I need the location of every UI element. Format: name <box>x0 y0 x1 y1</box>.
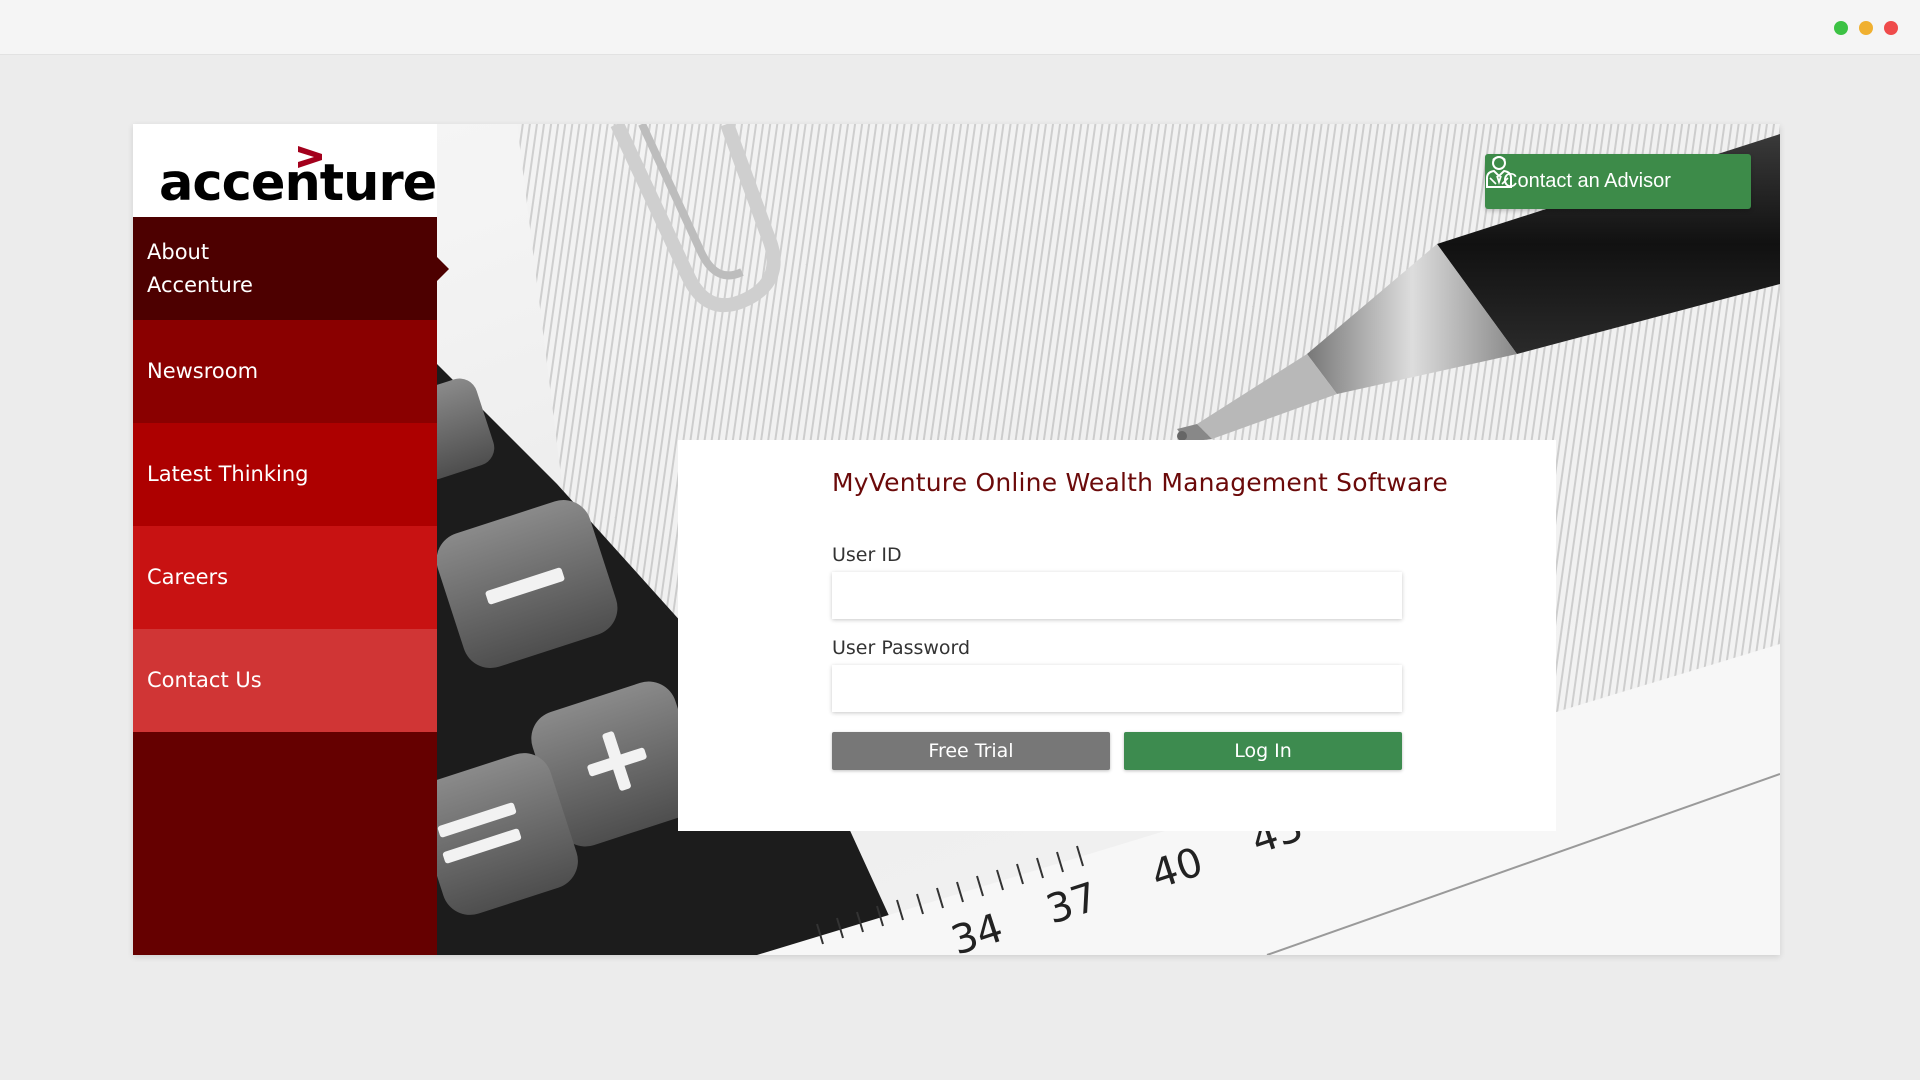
login-title: MyVenture Online Wealth Management Softw… <box>832 468 1448 497</box>
sidebar-item-label: Careers <box>147 565 229 589</box>
sidebar-item-newsroom[interactable]: Newsroom <box>133 320 437 423</box>
page-card: accenture About Accenture Newsroom Lates… <box>133 124 1780 955</box>
red-dot[interactable] <box>1884 21 1898 35</box>
yellow-dot[interactable] <box>1859 21 1873 35</box>
login-panel: MyVenture Online Wealth Management Softw… <box>678 440 1556 831</box>
sidebar-item-about[interactable]: About Accenture <box>133 217 449 320</box>
window-title-bar <box>0 0 1920 55</box>
sidebar-item-label: Contact Us <box>147 668 262 692</box>
sidebar-item-label: Latest Thinking <box>147 462 309 486</box>
user-password-label: User Password <box>832 637 971 659</box>
sidebar-item-careers[interactable]: Careers <box>133 526 437 629</box>
green-dot[interactable] <box>1834 21 1848 35</box>
contact-advisor-button[interactable]: Contact an Advisor <box>1485 154 1751 209</box>
sidebar-item-latest-thinking[interactable]: Latest Thinking <box>133 423 437 526</box>
contact-advisor-label: Contact an Advisor <box>1503 170 1671 192</box>
advisor-person-icon <box>1486 156 1512 188</box>
logo-text: accenture <box>159 154 437 213</box>
accenture-logo[interactable]: accenture <box>133 124 437 217</box>
window-controls <box>1834 21 1898 35</box>
sidebar-item-contact-us[interactable]: Contact Us <box>133 629 437 732</box>
free-trial-button[interactable]: Free Trial <box>832 732 1110 770</box>
user-password-input[interactable] <box>832 665 1402 712</box>
user-id-input[interactable] <box>832 572 1402 619</box>
log-in-button[interactable]: Log In <box>1124 732 1402 770</box>
sidebar-item-label: Newsroom <box>147 359 259 383</box>
sidebar: accenture About Accenture Newsroom Lates… <box>133 124 449 955</box>
sidebar-item-label: About Accenture <box>147 239 253 297</box>
user-id-label: User ID <box>832 544 902 566</box>
